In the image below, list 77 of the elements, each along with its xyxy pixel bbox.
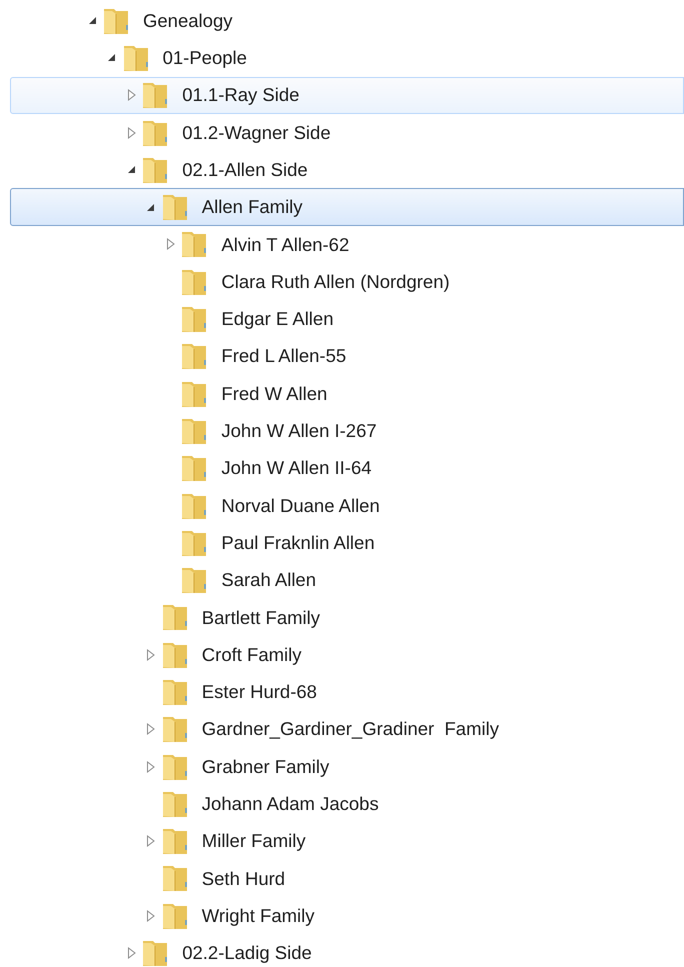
expand-arrow-icon[interactable] — [166, 238, 175, 250]
expand-arrow-icon[interactable] — [126, 126, 136, 139]
folder-name: 02.2-Ladig Side — [182, 941, 312, 966]
folder-name: Johann Adam Jacobs — [202, 792, 379, 816]
folder-name: Miller Family — [202, 829, 306, 854]
folder-icon — [141, 938, 170, 967]
tree-item[interactable]: Paul Fraknlin Allen — [10, 524, 684, 562]
tree-item[interactable]: Edgar E Allen — [10, 300, 684, 338]
folder-name: Gardner_Gardiner_Gradiner Family — [202, 717, 499, 742]
expand-arrow-icon[interactable] — [146, 723, 156, 736]
folder-icon — [160, 192, 189, 222]
expand-arrow-icon[interactable] — [146, 835, 156, 848]
folder-name: John W Allen II-64 — [221, 456, 372, 480]
tree-item[interactable]: Sarah Allen — [10, 561, 684, 599]
collapse-arrow-icon[interactable] — [107, 53, 116, 62]
tree-item[interactable]: 01.2-Wagner Side — [10, 114, 684, 152]
folder-icon — [180, 304, 208, 334]
folder-name: Fred W Allen — [221, 382, 328, 406]
folder-name: Ester Hurd-68 — [202, 680, 317, 704]
expand-arrow-icon[interactable] — [126, 89, 136, 102]
expand-arrow-icon[interactable] — [126, 947, 136, 960]
folder-icon — [180, 229, 208, 260]
folder-name: Paul Fraknlin Allen — [221, 530, 375, 555]
tree-item[interactable]: 02.1-Allen Side — [10, 151, 684, 188]
tree-item[interactable]: Norval Duane Allen — [10, 486, 684, 524]
tree-item[interactable]: John W Allen I-267 — [10, 412, 684, 450]
tree-item[interactable]: Grabner Family — [10, 748, 684, 786]
tree-item[interactable]: Allen Family — [10, 188, 684, 226]
tree-item[interactable]: John W Allen II-64 — [10, 450, 684, 487]
folder-icon — [141, 80, 170, 110]
folder-icon — [160, 863, 189, 894]
folder-icon — [160, 714, 189, 744]
expand-arrow-icon[interactable] — [146, 760, 156, 773]
folder-name: Allen Family — [202, 195, 303, 220]
expand-arrow-icon[interactable] — [146, 648, 156, 661]
tree-item[interactable]: Gardner_Gardiner_Gradiner Family — [10, 710, 684, 748]
folder-name: Bartlett Family — [202, 606, 320, 630]
folder-name: Seth Hurd — [202, 866, 286, 891]
folder-name: 02.1-Allen Side — [182, 158, 308, 182]
expand-arrow-icon[interactable] — [146, 910, 156, 922]
tree-item[interactable]: Fred L Allen-55 — [10, 338, 684, 375]
folder-name: Genealogy — [143, 8, 232, 33]
tree-item[interactable]: 01.1-Ray Side — [10, 76, 684, 114]
collapse-arrow-icon[interactable] — [88, 16, 96, 26]
folder-icon — [180, 341, 208, 372]
folder-name: Croft Family — [202, 642, 302, 667]
tree-item[interactable]: Genealogy — [10, 2, 684, 40]
tree-item[interactable]: 01-People — [10, 39, 684, 77]
folder-name: Wright Family — [202, 904, 315, 928]
folder-icon — [180, 565, 208, 596]
collapse-arrow-icon[interactable] — [126, 165, 136, 174]
folder-name: Edgar E Allen — [221, 307, 334, 332]
folder-name: Fred L Allen-55 — [221, 344, 346, 368]
folder-name: Clara Ruth Allen (Nordgren) — [221, 270, 450, 294]
folder-icon — [160, 602, 189, 632]
folder-name: Norval Duane Allen — [221, 494, 380, 518]
folder-name: Sarah Allen — [221, 568, 316, 592]
folder-name: Grabner Family — [202, 754, 330, 779]
tree-item[interactable]: Clara Ruth Allen (Nordgren) — [10, 263, 684, 300]
collapse-arrow-icon[interactable] — [146, 202, 156, 212]
tree-item[interactable]: Croft Family — [10, 636, 684, 674]
folder-name: Alvin T Allen-62 — [221, 232, 350, 257]
tree-item[interactable]: Ester Hurd-68 — [10, 673, 684, 711]
folder-name: 01-People — [162, 46, 247, 70]
tree-item[interactable]: Alvin T Allen-62 — [10, 226, 684, 264]
folder-name: John W Allen I-267 — [221, 419, 377, 444]
tree-item[interactable]: Wright Family — [10, 897, 684, 934]
folder-name: 01.2-Wagner Side — [182, 120, 331, 145]
tree-item[interactable]: Johann Adam Jacobs — [10, 785, 684, 823]
folder-icon — [180, 453, 208, 484]
tree-item[interactable]: Seth Hurd — [10, 860, 684, 898]
tree-item[interactable]: 02.2-Ladig Side — [10, 934, 684, 967]
folder-icon — [160, 826, 189, 856]
tree-item[interactable]: Miller Family — [10, 822, 684, 860]
folder-name: 01.1-Ray Side — [182, 83, 300, 108]
tree-item[interactable]: Fred W Allen — [10, 374, 684, 412]
tree-item[interactable]: Bartlett Family — [10, 598, 684, 636]
